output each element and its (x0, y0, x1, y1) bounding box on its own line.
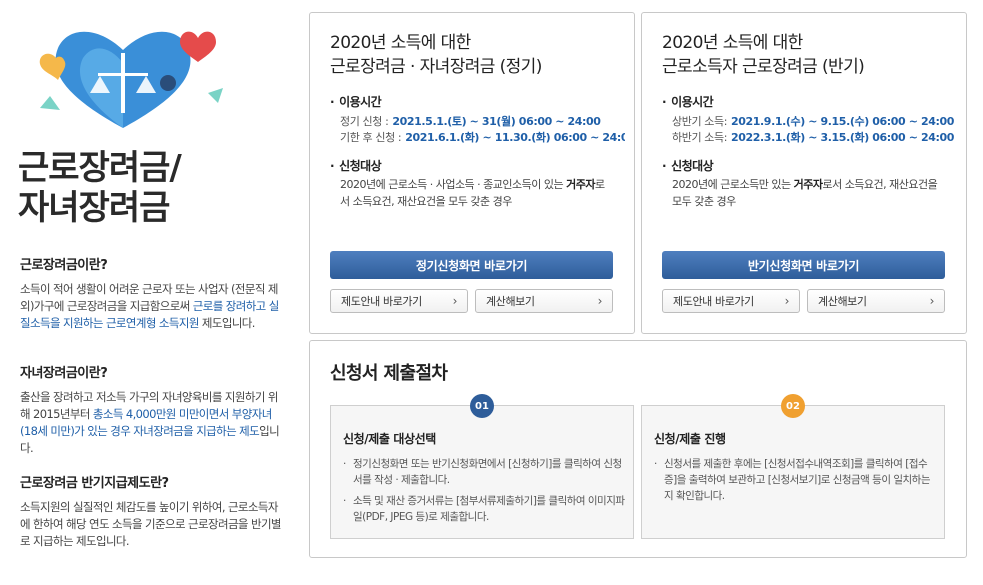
section-text: 소득이 적어 생활이 어려운 근로자 또는 사업자 (전문직 제외)가구에 근로… (20, 282, 279, 330)
procedure-title: 신청서 제출절차 (330, 363, 448, 384)
section-half-payment: 근로장려금 반기지급제도란? 소득지원의 실질적인 체감도를 높이기 위하여, … (20, 472, 282, 550)
period-heading: 이용시간 (662, 93, 714, 110)
card-regular: 2020년 소득에 대한 근로장려금 · 자녀장려금 (정기) 이용시간 정기 … (309, 12, 635, 334)
section-heading: 근로장려금 반기지급제도란? (20, 476, 169, 491)
section-text: 출산을 장려하고 저소득 가구의 자녀양육비를 지원하기 위해 2015년부터 … (20, 390, 280, 455)
step-number-badge: 02 (781, 394, 805, 418)
card-title: 2020년 소득에 대한 근로장려금 · 자녀장려금 (정기) (330, 33, 542, 77)
step-heading: 신청/제출 대상선택 (343, 432, 436, 446)
chevron-right-icon: › (784, 294, 790, 308)
chevron-right-icon: › (929, 294, 935, 308)
half-apply-button[interactable]: 반기신청화면 바로가기 (662, 251, 945, 279)
section-ctc: 자녀장려금이란? 출산을 장려하고 저소득 가구의 자녀양육비를 지원하기 위해… (20, 362, 282, 457)
period-row: 기한 후 신청 :2021.6.1.(화) ~ 11.30.(화) 06:00 … (340, 131, 625, 144)
period-heading: 이용시간 (330, 93, 382, 110)
procedure-panel: 신청서 제출절차 01 신청/제출 대상선택 정기신청화면 또는 반기신청화면에… (309, 340, 967, 558)
card-title: 2020년 소득에 대한 근로소득자 근로장려금 (반기) (662, 33, 865, 77)
period-row: 상반기 소득: 2021.9.1.(수) ~ 9.15.(수) 06:00 ~ 2… (672, 115, 954, 128)
section-heading: 자녀장려금이란? (20, 366, 108, 381)
target-heading: 신청대상 (662, 157, 714, 174)
heart-scale-logo (39, 31, 223, 129)
guide-button[interactable]: 제도안내 바로가기 › (662, 289, 800, 313)
step-1: 01 신청/제출 대상선택 정기신청화면 또는 반기신청화면에서 [신청하기]를… (330, 394, 634, 539)
chevron-right-icon: › (452, 294, 458, 308)
target-heading: 신청대상 (330, 157, 382, 174)
page-title: 근로장려금/ 자녀장려금 (18, 148, 182, 228)
section-eitc: 근로장려금이란? 소득이 적어 생활이 어려운 근로자 또는 사업자 (전문직 … (20, 254, 282, 332)
period-row: 하반기 소득: 2022.3.1.(화) ~ 3.15.(화) 06:00 ~ 2… (672, 131, 954, 144)
section-text: 소득지원의 실질적인 체감도를 높이기 위하여, 근로소득자에 한하여 해당 연… (20, 500, 282, 548)
period-row: 정기 신청 :2021.5.1.(토) ~ 31(월) 06:00 ~ 24:0… (340, 115, 601, 128)
section-heading: 근로장려금이란? (20, 258, 108, 273)
regular-apply-button[interactable]: 정기신청화면 바로가기 (330, 251, 613, 279)
step-2: 02 신청/제출 진행 신청서를 제출한 후에는 [신청서접수내역조회]를 클릭… (641, 394, 945, 539)
calculate-button[interactable]: 계산해보기 › (475, 289, 613, 313)
list-item: 소득 및 재산 증거서류는 [첨부서류제출하기]를 클릭하여 이미지파일(PDF… (343, 493, 627, 525)
list-item: 신청서를 제출한 후에는 [신청서접수내역조회]를 클릭하여 [접수증]을 출력… (654, 456, 938, 504)
calculate-button[interactable]: 계산해보기 › (807, 289, 945, 313)
card-half-year: 2020년 소득에 대한 근로소득자 근로장려금 (반기) 이용시간 상반기 소… (641, 12, 967, 334)
step-list: 신청서를 제출한 후에는 [신청서접수내역조회]를 클릭하여 [접수증]을 출력… (654, 456, 938, 509)
intro-panel: 근로장려금/ 자녀장려금 근로장려금이란? 소득이 적어 생활이 어려운 근로자… (0, 0, 290, 585)
step-number-badge: 01 (470, 394, 494, 418)
target-text: 2020년에 근로소득 · 사업소득 · 종교인소득이 있는 거주자로서 소득요… (340, 178, 605, 208)
target-text: 2020년에 근로소득만 있는 거주자로서 소득요건, 재산요건을 모두 갖춘 … (672, 178, 938, 208)
step-list: 정기신청화면 또는 반기신청화면에서 [신청하기]를 클릭하여 신청서를 작성 … (343, 456, 627, 530)
list-item: 정기신청화면 또는 반기신청화면에서 [신청하기]를 클릭하여 신청서를 작성 … (343, 456, 627, 488)
chevron-right-icon: › (597, 294, 603, 308)
step-heading: 신청/제출 진행 (654, 432, 726, 446)
guide-button[interactable]: 제도안내 바로가기 › (330, 289, 468, 313)
